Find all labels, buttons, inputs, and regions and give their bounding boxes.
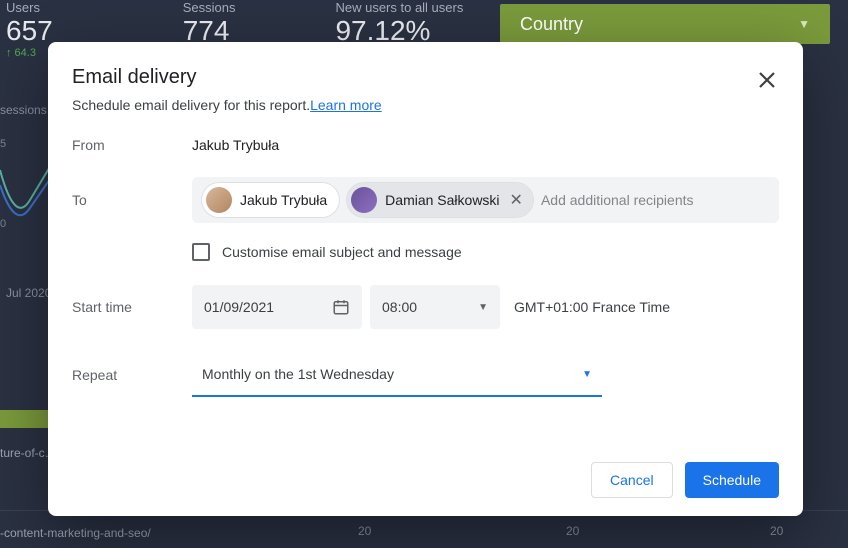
avatar (351, 187, 377, 213)
start-time-input[interactable]: 08:00 ▼ (370, 285, 500, 329)
customise-label: Customise email subject and message (222, 244, 462, 260)
calendar-icon (332, 298, 350, 316)
url-fragment: -content-marketing-and-seo/ (0, 526, 151, 540)
from-label: From (72, 137, 192, 153)
progress-bar (0, 410, 48, 428)
start-date-input[interactable]: 01/09/2021 (192, 285, 362, 329)
cancel-button[interactable]: Cancel (591, 462, 673, 498)
recipient-chip[interactable]: Jakub Trybuła (202, 183, 339, 217)
email-delivery-modal: Email delivery Schedule email delivery f… (48, 42, 803, 516)
customise-checkbox[interactable] (192, 243, 210, 261)
country-dropdown[interactable]: Country ▼ (500, 4, 830, 44)
country-label: Country (520, 14, 583, 35)
close-button[interactable] (751, 64, 783, 96)
start-time-label: Start time (72, 299, 192, 315)
newusers-label: New users to all users (335, 0, 463, 15)
schedule-button[interactable]: Schedule (685, 462, 779, 498)
chart-month: Jul 2020 (6, 286, 51, 300)
users-label: Users (6, 0, 53, 15)
avatar (206, 187, 232, 213)
from-value: Jakub Trybuła (192, 137, 279, 153)
recipients-placeholder: Add additional recipients (541, 192, 769, 208)
to-label: To (72, 192, 192, 208)
recipient-chip[interactable]: Damian Sałkowski ✕ (347, 183, 533, 217)
chevron-down-icon: ▼ (582, 369, 592, 380)
sessions-label: Sessions (183, 0, 236, 15)
repeat-select[interactable]: Monthly on the 1st Wednesday ▼ (192, 353, 602, 397)
learn-more-link[interactable]: Learn more (310, 97, 382, 113)
users-delta: ↑ 64.3 (6, 47, 53, 59)
close-icon (758, 71, 776, 89)
remove-recipient-icon[interactable]: ✕ (508, 190, 525, 210)
modal-subtitle: Schedule email delivery for this report.… (72, 97, 779, 113)
timezone-label: GMT+01:00 France Time (514, 299, 670, 315)
chevron-down-icon: ▼ (478, 302, 488, 313)
repeat-label: Repeat (72, 367, 192, 383)
users-value: 657 (6, 15, 53, 47)
recipients-input[interactable]: Jakub Trybuła Damian Sałkowski ✕ Add add… (192, 177, 779, 223)
modal-title: Email delivery (72, 66, 779, 89)
chevron-down-icon: ▼ (798, 17, 810, 31)
